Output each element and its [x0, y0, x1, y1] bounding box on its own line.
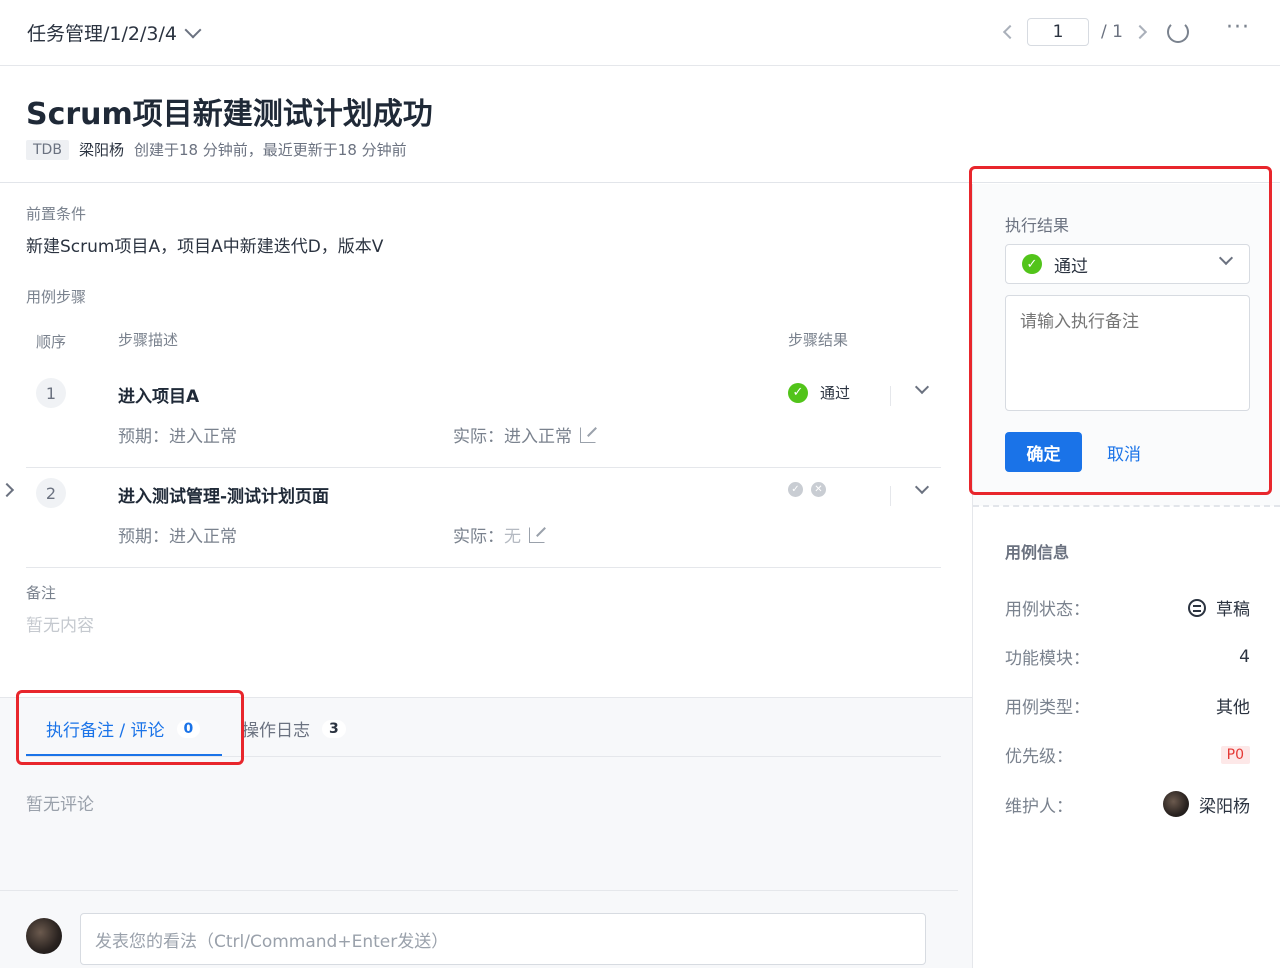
info-value: 4 — [1239, 646, 1250, 667]
check-circle-icon: ✓ — [788, 382, 808, 403]
fail-icon[interactable]: ✕ — [811, 482, 826, 497]
actual-value: 无 — [504, 527, 521, 547]
remark-empty: 暂无内容 — [26, 616, 94, 636]
exec-label: 执行结果 — [1005, 216, 1070, 235]
info-row-status: 用例状态： 草稿 — [1005, 595, 1250, 620]
info-key: 用例状态： — [1005, 600, 1090, 620]
steps-label: 用例步骤 — [26, 288, 87, 306]
info-key: 维护人： — [1005, 796, 1073, 817]
case-info: 用例信息 用例状态： 草稿 功能模块： 4 用例类型： 其他 优先级： P0 维… — [973, 507, 1280, 968]
breadcrumb[interactable]: 任务管理/1/2/3/4 — [27, 19, 202, 46]
top-bar: 任务管理/1/2/3/4 / 1 ··· — [0, 0, 1280, 66]
col-desc: 步骤描述 — [118, 331, 179, 349]
info-title: 用例信息 — [1005, 543, 1070, 562]
info-row-priority: 优先级： P0 — [1005, 742, 1250, 767]
meta-time: 创建于18 分钟前，最近更新于18 分钟前 — [133, 141, 407, 159]
more-icon[interactable]: ··· — [1226, 15, 1250, 40]
no-comment-text: 暂无评论 — [26, 795, 94, 815]
tab-baseline — [26, 756, 941, 757]
chevron-down-icon[interactable] — [914, 379, 930, 395]
page-title: Scrum项目新建测试计划成功 — [26, 97, 433, 132]
tab-count: 3 — [322, 719, 346, 738]
info-value: 梁阳杨 — [1163, 791, 1250, 817]
actual-value: 进入正常 — [504, 427, 572, 447]
step-desc: 进入项目A — [118, 387, 200, 407]
comments-area: 执行备注 / 评论 0 操作日志 3 暂无评论 发表您的看法（Ctrl/Comm… — [0, 697, 972, 968]
exec-panel: 执行结果 ✓ 通过 确定 取消 — [973, 184, 1280, 506]
next-page-icon[interactable] — [1132, 24, 1148, 40]
status-value: 草稿 — [1216, 600, 1250, 620]
actual-label: 实际： — [453, 427, 504, 447]
info-key: 优先级： — [1005, 747, 1073, 767]
precondition-text: 新建Scrum项目A，项目A中新建迭代D，版本V — [26, 237, 384, 257]
tab-logs[interactable]: 操作日志 3 — [242, 716, 346, 741]
draft-icon — [1188, 598, 1206, 617]
info-key: 用例类型： — [1005, 698, 1090, 718]
step-number: 2 — [36, 478, 66, 508]
step-row: 2 进入测试管理-测试计划页面 预期：进入正常 实际：无 ✓ ✕ — [26, 468, 941, 568]
info-key: 功能模块： — [1005, 649, 1090, 669]
precondition-label: 前置条件 — [26, 205, 87, 223]
select-value: 通过 — [1054, 256, 1088, 277]
exec-result-select[interactable]: ✓ 通过 — [1005, 244, 1250, 284]
tab-active-indicator — [26, 754, 222, 756]
tab-count: 0 — [176, 719, 201, 738]
step-actual: 实际：无 — [453, 522, 545, 547]
comment-input[interactable]: 发表您的看法（Ctrl/Command+Enter发送） — [80, 913, 926, 965]
col-order: 顺序 — [36, 333, 67, 351]
edit-icon[interactable] — [529, 526, 545, 543]
info-value: 草稿 — [1188, 595, 1250, 620]
info-row-type: 用例类型： 其他 — [1005, 693, 1250, 718]
divider — [890, 486, 891, 506]
check-circle-icon: ✓ — [1022, 254, 1042, 274]
exec-note-input[interactable] — [1005, 295, 1250, 411]
info-row-module: 功能模块： 4 — [1005, 644, 1250, 670]
comment-bar: 发表您的看法（Ctrl/Command+Enter发送） — [0, 890, 958, 968]
step-expect: 预期：进入正常 — [118, 527, 237, 547]
step-actual: 实际： 进入正常 — [453, 422, 596, 447]
pager: / 1 — [1002, 18, 1148, 46]
avatar — [26, 918, 62, 954]
page-total: / 1 — [1101, 22, 1123, 42]
cancel-button[interactable]: 取消 — [1107, 440, 1141, 465]
tab-label: 操作日志 — [242, 721, 310, 741]
col-result: 步骤结果 — [788, 331, 849, 349]
priority-badge: P0 — [1220, 745, 1250, 764]
chevron-down-icon[interactable] — [184, 21, 202, 38]
edit-icon[interactable] — [580, 426, 596, 443]
project-tag: TDB — [26, 139, 69, 160]
avatar — [1163, 791, 1189, 817]
remark-label: 备注 — [26, 584, 57, 602]
info-row-maintainer: 维护人： 梁阳杨 — [1005, 791, 1250, 817]
prev-page-icon[interactable] — [1002, 24, 1018, 40]
chevron-down-icon[interactable] — [914, 479, 930, 495]
tab-comments[interactable]: 执行备注 / 评论 0 — [46, 716, 201, 741]
step-result[interactable]: ✓ 通过 — [788, 382, 850, 403]
case-meta: TDB 梁阳杨 创建于18 分钟前，最近更新于18 分钟前 — [26, 139, 407, 160]
pass-icon[interactable]: ✓ — [788, 482, 803, 497]
actual-label: 实际： — [453, 527, 504, 547]
confirm-button[interactable]: 确定 — [1005, 432, 1082, 472]
refresh-icon[interactable] — [1167, 21, 1189, 43]
breadcrumb-text: 任务管理/1/2/3/4 — [27, 23, 177, 45]
step-result-label: 通过 — [820, 384, 851, 402]
step-row: 1 进入项目A 预期：进入正常 实际： 进入正常 ✓ 通过 — [26, 368, 941, 468]
step-expect: 预期：进入正常 — [118, 427, 237, 447]
info-value: 其他 — [1216, 698, 1250, 718]
divider — [890, 386, 891, 406]
step-result: ✓ ✕ — [788, 482, 826, 497]
case-header: Scrum项目新建测试计划成功 TDB 梁阳杨 创建于18 分钟前，最近更新于1… — [0, 67, 1280, 183]
maintainer-name: 梁阳杨 — [1199, 796, 1250, 817]
info-value: P0 — [1220, 745, 1250, 764]
step-number: 1 — [36, 378, 66, 408]
page-input[interactable] — [1027, 18, 1090, 46]
tab-label: 执行备注 / 评论 — [46, 721, 165, 741]
chevron-down-icon — [1218, 250, 1234, 266]
step-desc: 进入测试管理-测试计划页面 — [118, 487, 330, 507]
author-name: 梁阳杨 — [78, 141, 124, 159]
